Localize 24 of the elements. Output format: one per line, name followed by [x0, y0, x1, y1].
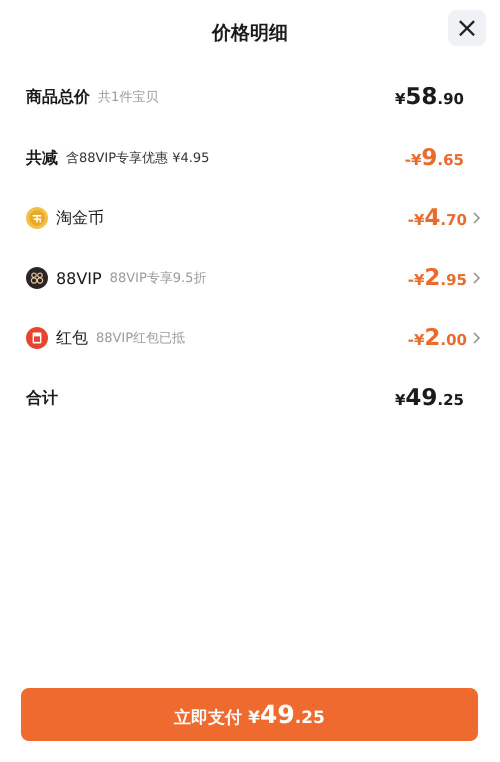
- row-note: 含88VIP专享优惠 ¥4.95: [66, 150, 210, 167]
- row-note: 88VIP专享9.5折: [110, 270, 206, 287]
- amount: -¥4.70: [408, 205, 467, 231]
- amount: -¥9.65: [404, 145, 464, 171]
- row-label: 共减: [26, 148, 58, 168]
- amount: ¥58.90: [394, 84, 464, 110]
- row-note: 共1件宝贝: [98, 89, 158, 106]
- sheet-title: 价格明细: [212, 21, 288, 46]
- envelope-icon: [26, 327, 48, 349]
- chevron-right-icon[interactable]: [472, 332, 480, 344]
- row-label: 合计: [26, 388, 58, 408]
- row-label: 商品总价: [26, 86, 90, 108]
- row-label: 淘金币: [56, 208, 104, 228]
- row-note: 88VIP红包已抵: [96, 330, 186, 347]
- amount: -¥2.95: [408, 265, 467, 291]
- chevron-right-icon[interactable]: [472, 272, 480, 284]
- amount: -¥2.00: [408, 325, 467, 351]
- row-label: 88VIP: [56, 268, 102, 288]
- close-button[interactable]: ×: [448, 10, 486, 46]
- badge-icon: [26, 267, 48, 289]
- chevron-right-icon[interactable]: [472, 212, 480, 224]
- coin-icon: [26, 207, 48, 229]
- row-label: 红包: [56, 328, 88, 348]
- amount: ¥49.25: [394, 385, 464, 411]
